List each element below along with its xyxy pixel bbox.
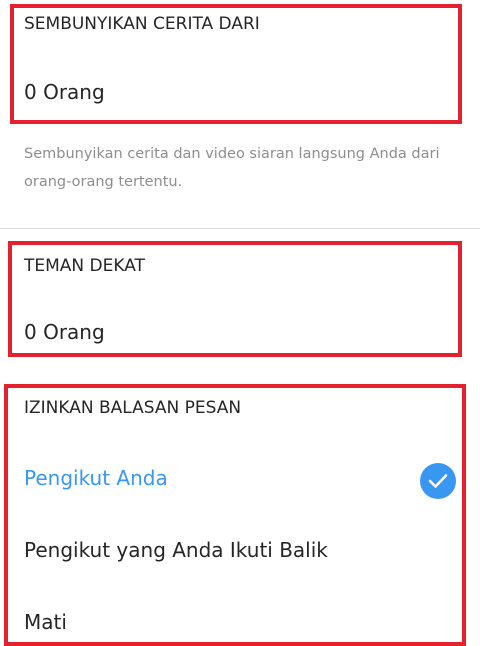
hide-story-description: Sembunyikan cerita dan video siaran lang…: [24, 146, 440, 190]
highlight-box-message-replies: [4, 384, 466, 646]
highlight-box-close-friends: [8, 241, 462, 357]
section-divider: [0, 228, 480, 229]
highlight-box-hide-story: [10, 4, 462, 124]
